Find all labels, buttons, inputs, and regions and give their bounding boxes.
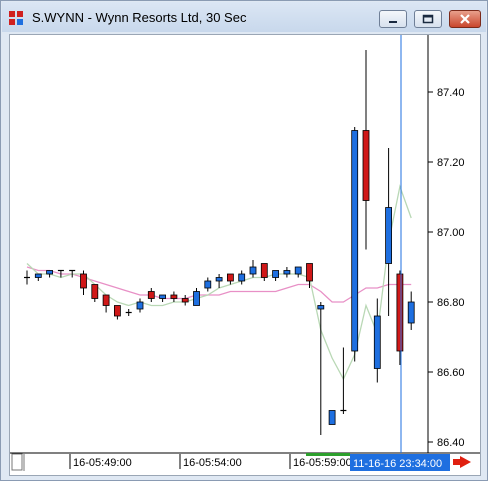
candle-body — [317, 305, 325, 310]
candle-body — [249, 266, 257, 275]
candle-body — [407, 301, 415, 324]
minimize-icon — [389, 21, 397, 23]
candlestick-chart[interactable]: 87.40 87.20 87.00 86.80 86.60 86.40 16-05:49:… — [10, 35, 480, 475]
candles — [24, 50, 415, 435]
candle — [340, 347, 347, 414]
candle — [46, 270, 53, 278]
time-tick-label: 16-05:59:00 — [293, 457, 352, 469]
candle-body — [102, 294, 110, 306]
candle — [396, 270, 404, 365]
candle — [407, 291, 415, 330]
candle — [283, 267, 291, 278]
candle — [328, 410, 336, 425]
candle-body — [272, 270, 280, 278]
candle — [34, 273, 42, 281]
candle — [125, 309, 132, 316]
price-tick-label: 87.20 — [437, 157, 465, 169]
candle — [24, 270, 30, 285]
candle — [193, 288, 200, 306]
candle-body — [159, 294, 167, 299]
candle-body — [204, 280, 212, 289]
candle-body — [385, 207, 393, 264]
title-bar[interactable]: S.WYNN - Wynn Resorts Ltd, 30 Sec — [2, 2, 486, 32]
price-axis: 87.40 87.20 87.00 86.80 86.60 86.40 — [428, 87, 465, 449]
candle-body — [80, 273, 87, 289]
candle — [91, 284, 99, 302]
candle — [147, 288, 155, 302]
candle — [238, 270, 246, 285]
candle-body — [91, 284, 99, 299]
candle — [136, 298, 144, 313]
candle-body — [373, 315, 381, 369]
range-bar — [306, 453, 350, 456]
candle — [351, 127, 359, 362]
candle — [362, 50, 370, 250]
minimize-button[interactable] — [379, 10, 407, 28]
candle-body — [396, 273, 404, 352]
candle — [170, 291, 178, 302]
candle-body — [46, 270, 53, 275]
candle-body — [181, 298, 189, 303]
close-button[interactable] — [449, 10, 481, 28]
price-tick-label: 87.40 — [437, 87, 465, 99]
candle-body — [215, 277, 223, 282]
scroll-right-arrow-icon[interactable] — [453, 456, 471, 468]
candle-body — [147, 291, 155, 299]
restore-icon — [422, 14, 434, 24]
candle-body — [294, 266, 302, 275]
candle-body — [114, 305, 121, 317]
candle-body — [306, 263, 313, 282]
candle — [373, 298, 381, 383]
cursor-time-label: 11-16-16 23:34:00 — [353, 458, 442, 470]
candle — [204, 277, 212, 292]
candle — [249, 260, 257, 278]
candle-body — [362, 130, 370, 201]
price-tick-label: 86.40 — [437, 437, 465, 449]
price-tick-label: 87.00 — [437, 227, 465, 239]
candle-body — [193, 291, 200, 306]
candle-body — [170, 294, 178, 299]
candle — [215, 274, 223, 288]
price-tick-label: 86.80 — [437, 297, 465, 309]
candle — [181, 295, 189, 306]
candle — [80, 270, 87, 295]
candle — [385, 148, 393, 316]
restore-button[interactable] — [414, 10, 442, 28]
candle-body — [226, 273, 234, 282]
candle — [159, 294, 167, 302]
candle — [294, 266, 302, 278]
candle-body — [238, 273, 246, 282]
candle-body — [328, 410, 336, 425]
candle-body — [351, 130, 359, 352]
candle — [226, 273, 234, 285]
candle — [260, 263, 268, 281]
candle-body — [283, 270, 291, 275]
time-axis: 16-05:49:00 16-05:54:00 16-05:59:00 11-16-1… — [11, 453, 471, 471]
candle-body — [136, 301, 144, 310]
candle — [114, 305, 121, 320]
price-chart[interactable]: 87.40 87.20 87.00 86.80 86.60 86.40 16-05:49:… — [9, 34, 481, 476]
candle — [272, 270, 280, 281]
chart-app-icon — [9, 11, 23, 25]
window-title: S.WYNN - Wynn Resorts Ltd, 30 Sec — [32, 10, 247, 25]
candle-body — [260, 263, 268, 278]
chart-window: S.WYNN - Wynn Resorts Ltd, 30 Sec 87.40 8… — [0, 0, 488, 481]
time-axis-corner-box — [11, 453, 23, 471]
candle — [102, 294, 110, 313]
candle-body — [34, 273, 42, 278]
time-tick-label: 16-05:54:00 — [183, 457, 242, 469]
time-tick-label: 16-05:49:00 — [73, 457, 132, 469]
close-icon — [460, 14, 470, 24]
price-tick-label: 86.60 — [437, 367, 465, 379]
